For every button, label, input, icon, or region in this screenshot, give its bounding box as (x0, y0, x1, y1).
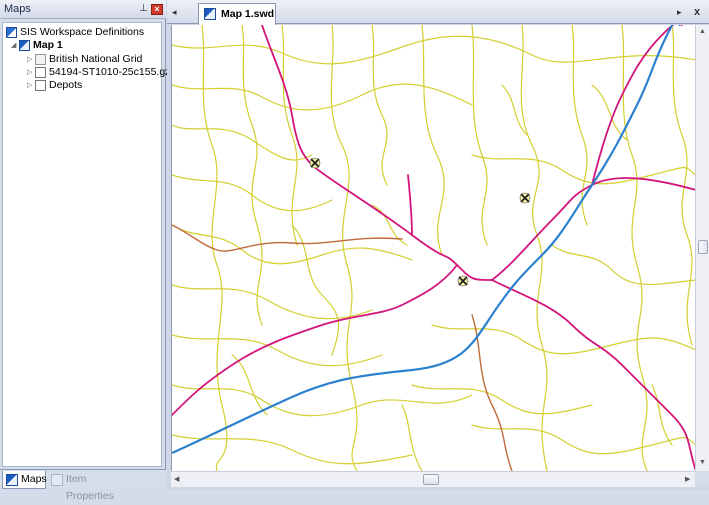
close-icon[interactable]: × (151, 4, 163, 15)
railway-line (172, 25, 682, 455)
tab-maps[interactable]: Maps (2, 471, 47, 489)
tree-item-workspace-label: SIS Workspace Definitions (20, 26, 145, 38)
horizontal-scrollbar[interactable]: ◀ ▶ (171, 471, 695, 487)
collapse-arrow-icon[interactable]: ▷ (27, 79, 35, 92)
tree-item-grid-label: British National Grid (49, 53, 143, 65)
tree-item-depots-label: Depots (49, 79, 83, 91)
maps-panel-title: Maps (4, 3, 31, 15)
app-window: Maps ⊥ × SIS Workspace Definitions ◢ Map … (0, 0, 709, 502)
tree-item-british-national-grid[interactable]: ▷ British National Grid (27, 53, 142, 66)
collapse-arrow-icon[interactable]: ▷ (27, 66, 35, 79)
map-icon (19, 40, 30, 51)
document-icon (35, 80, 46, 91)
tab-maps-label: Maps (21, 473, 47, 485)
tree-item-dataset[interactable]: ▷ 54194-ST1010-25c155.gz (27, 66, 170, 79)
panel-tab-strip: Maps Item Properties (0, 469, 166, 502)
scroll-tabs-right-icon[interactable]: ▸ (677, 7, 682, 18)
secondary-roads (172, 224, 513, 471)
tree-item-map-label: Map 1 (33, 39, 63, 51)
tree-item-dataset-label: 54194-ST1010-25c155.gz (49, 66, 171, 78)
scroll-down-icon[interactable]: ▼ (699, 459, 706, 466)
horizontal-scroll-thumb[interactable] (423, 474, 439, 485)
scroll-up-icon[interactable]: ▲ (699, 28, 706, 35)
map-svg (172, 25, 695, 471)
workspace-tree: SIS Workspace Definitions ◢ Map 1 ▷ Britis… (2, 22, 170, 467)
properties-icon (51, 474, 63, 486)
tab-map-1[interactable]: Map 1.swd (198, 3, 276, 25)
expand-arrow-icon[interactable]: ◢ (11, 39, 19, 52)
scroll-tabs-left-icon[interactable]: ◂ (172, 7, 177, 18)
tab-map-1-label: Map 1.swd (221, 8, 275, 20)
pin-icon[interactable]: ⊥ (138, 3, 149, 15)
vertical-scroll-thumb[interactable] (698, 240, 708, 254)
workspace-icon (6, 27, 17, 38)
minor-roads (172, 25, 695, 471)
depot-marker-icon[interactable] (309, 157, 321, 169)
scroll-right-icon[interactable]: ▶ (685, 475, 690, 483)
document-area: ◂ Map 1.swd ▸ x ▲ ▼ ◀ ▶ (167, 0, 709, 490)
maps-panel: Maps ⊥ × SIS Workspace Definitions ◢ Map … (0, 0, 170, 502)
tree-item-depots[interactable]: ▷ Depots (27, 79, 82, 92)
scrollbar-corner (695, 471, 709, 487)
scroll-left-icon[interactable]: ◀ (174, 475, 179, 483)
depot-marker-icon[interactable] (457, 275, 469, 287)
map-icon (6, 474, 18, 486)
tab-item-properties-label: Item Properties (66, 473, 114, 502)
maps-panel-header: Maps ⊥ × (0, 0, 166, 19)
document-icon (35, 67, 46, 78)
tree-item-workspace[interactable]: SIS Workspace Definitions (6, 26, 144, 39)
depot-marker-icon[interactable] (519, 192, 531, 204)
grid-icon (35, 54, 46, 65)
vertical-scrollbar[interactable]: ▲ ▼ (695, 25, 709, 471)
map-icon (204, 8, 216, 20)
close-document-icon[interactable]: x (694, 6, 700, 18)
tab-item-properties[interactable]: Item Properties (48, 471, 132, 502)
collapse-arrow-icon[interactable]: ▷ (27, 53, 35, 66)
map-canvas[interactable] (171, 25, 695, 471)
tree-item-map[interactable]: ◢ Map 1 (11, 39, 63, 52)
document-tab-strip: ◂ Map 1.swd ▸ x (167, 0, 709, 25)
